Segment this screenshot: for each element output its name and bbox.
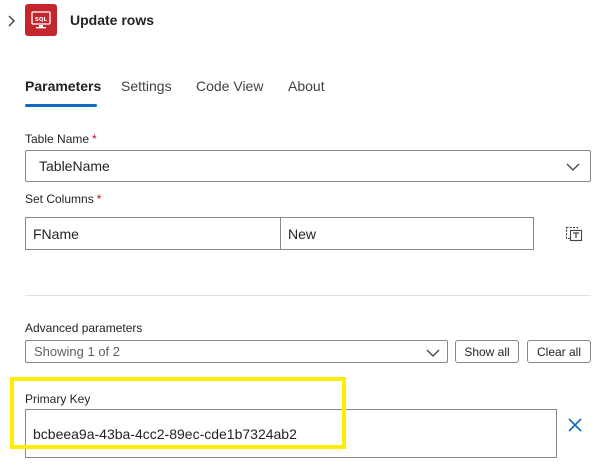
chevron-down-icon bbox=[426, 346, 440, 364]
table-name-value: TableName bbox=[39, 158, 110, 174]
section-divider bbox=[25, 295, 591, 296]
table-name-label-text: Table Name bbox=[25, 132, 90, 146]
table-name-dropdown[interactable]: TableName bbox=[25, 150, 591, 182]
advanced-dropdown-value: Showing 1 of 2 bbox=[34, 344, 121, 359]
action-title: Update rows bbox=[70, 12, 155, 28]
required-mark: * bbox=[92, 132, 97, 146]
column-key-input[interactable]: FName bbox=[25, 217, 281, 250]
close-icon[interactable] bbox=[567, 417, 583, 433]
set-columns-label: Set Columns * bbox=[25, 191, 101, 207]
set-columns-label-text: Set Columns bbox=[25, 192, 94, 206]
required-mark: * bbox=[96, 192, 102, 206]
tab-about[interactable]: About bbox=[288, 77, 325, 95]
advanced-parameters-dropdown[interactable]: Showing 1 of 2 bbox=[25, 340, 448, 363]
sql-tile-text: SQL bbox=[35, 17, 48, 23]
chevron-down-icon bbox=[566, 160, 580, 178]
table-switch-icon[interactable] bbox=[565, 224, 583, 242]
tab-code-view[interactable]: Code View bbox=[196, 77, 263, 95]
tab-settings[interactable]: Settings bbox=[121, 77, 172, 95]
clear-all-button[interactable]: Clear all bbox=[527, 340, 591, 363]
tab-parameters[interactable]: Parameters bbox=[25, 77, 101, 95]
show-all-button[interactable]: Show all bbox=[455, 340, 519, 363]
expand-chevron-icon[interactable] bbox=[4, 14, 18, 28]
column-value-input[interactable]: New bbox=[280, 217, 534, 250]
highlight-annotation bbox=[10, 377, 346, 449]
active-tab-indicator bbox=[25, 104, 97, 107]
advanced-parameters-label: Advanced parameters bbox=[25, 321, 143, 335]
sql-connector-icon: SQL bbox=[25, 4, 57, 36]
table-name-label: Table Name * bbox=[25, 131, 97, 147]
